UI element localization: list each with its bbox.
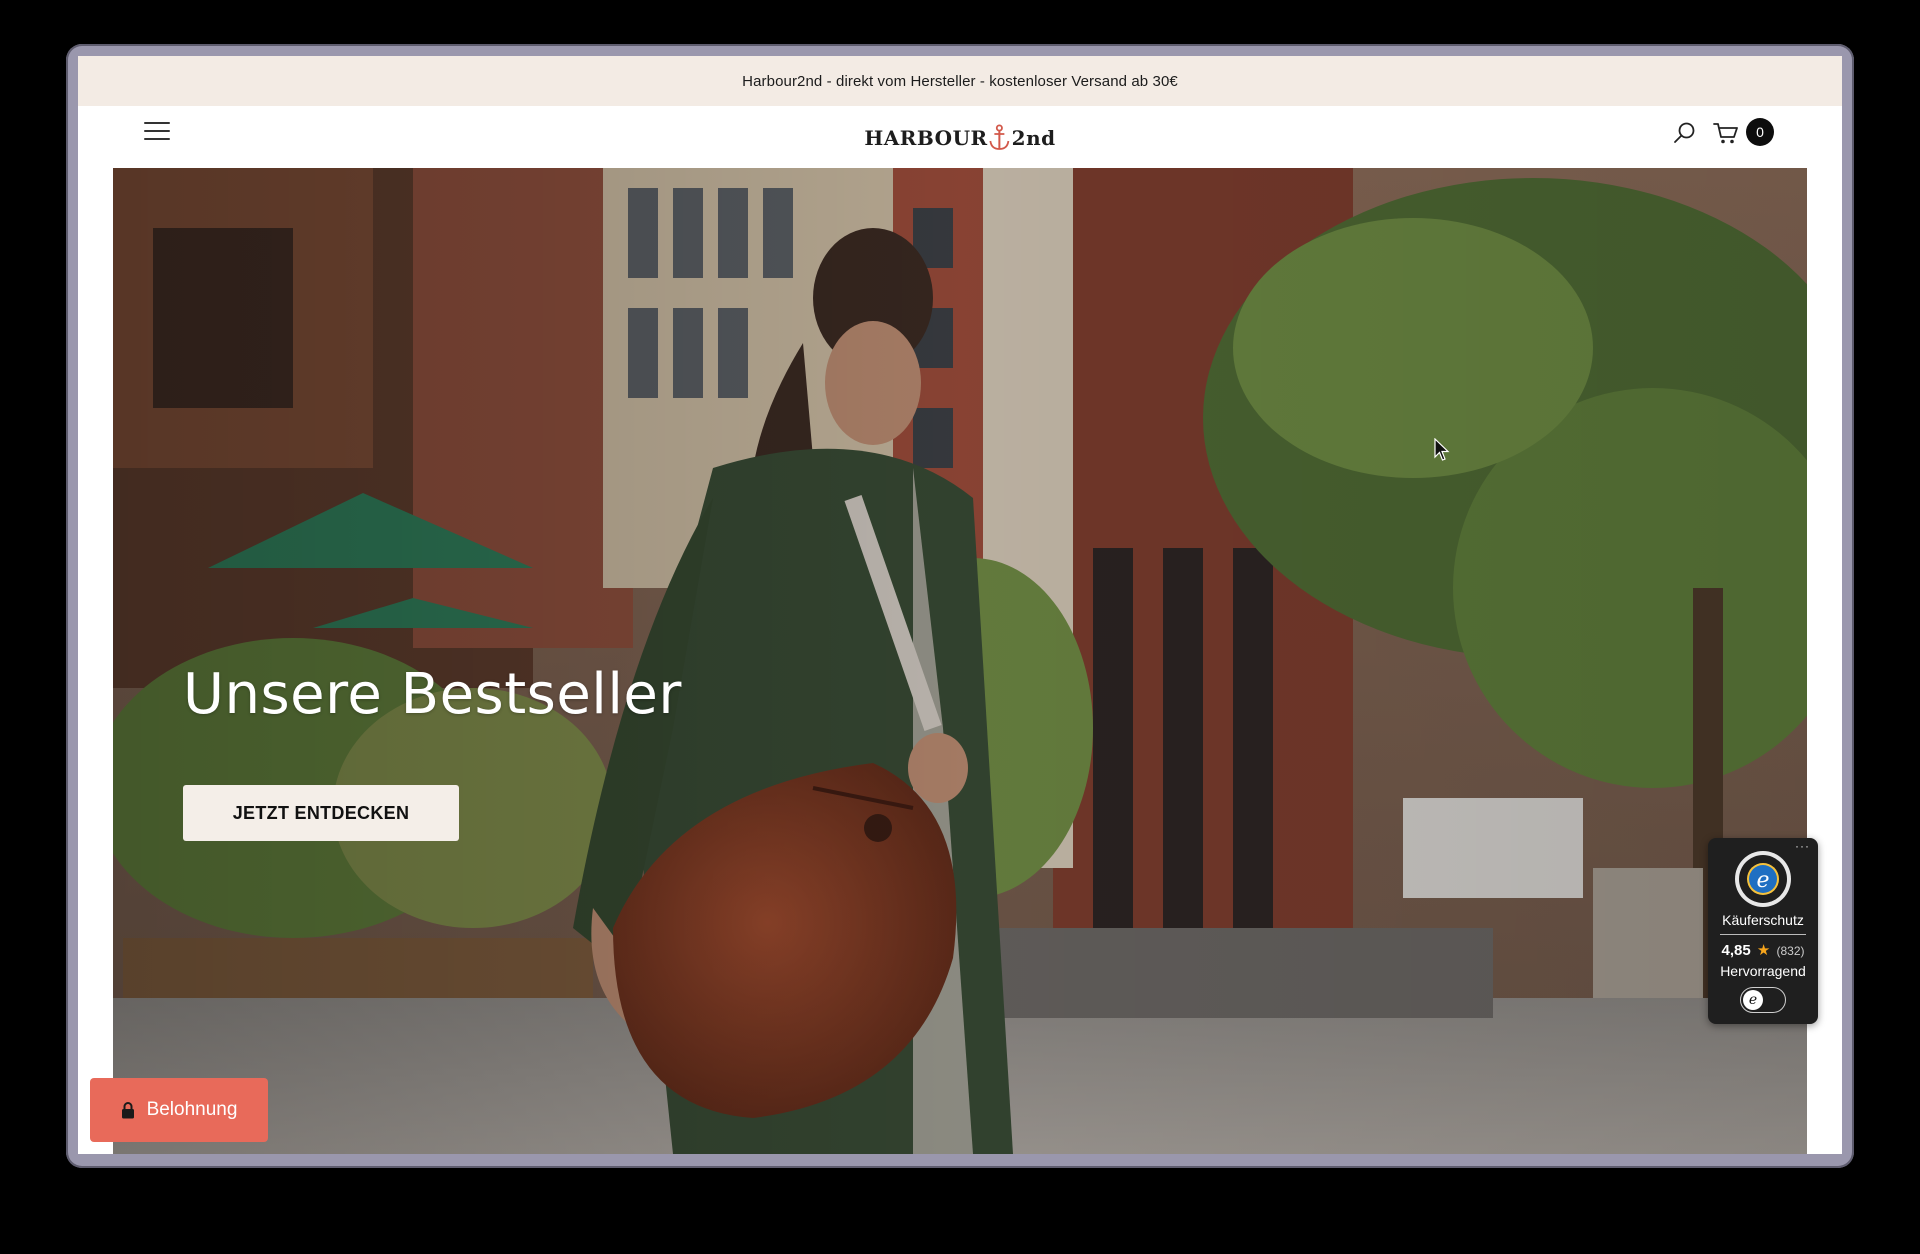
badge-label: Käuferschutz [1722,912,1804,928]
badge-toggle[interactable]: e [1740,987,1786,1013]
hamburger-menu-icon[interactable] [144,120,170,142]
reward-label: Belohnung [146,1099,238,1120]
rating-score: 4,85 [1721,942,1751,959]
hero-banner[interactable]: Unsere Bestseller JETZT ENTDECKEN [113,168,1807,1154]
cart-count-badge[interactable]: 0 [1746,118,1774,146]
cart-icon[interactable] [1712,120,1740,146]
logo-text-left: HARBOUR [864,126,988,150]
lock-icon [121,1101,134,1118]
announcement-text: Harbour2nd - direkt vom Hersteller - kos… [742,72,1178,90]
site-logo[interactable]: HARBOUR 2nd [864,124,1055,152]
reward-button[interactable]: Belohnung [90,1078,268,1142]
hero-image [113,168,1807,1154]
logo-text-right: 2nd [1011,126,1056,150]
badge-divider [1720,934,1806,935]
badge-rating: 4,85 ★ (832) [1708,941,1818,959]
page-viewport: Harbour2nd - direkt vom Hersteller - kos… [78,56,1842,1154]
anchor-icon [989,124,1010,150]
badge-grade: Hervorragend [1720,963,1806,979]
hero-title: Unsere Bestseller [183,662,682,727]
trusted-shops-badge[interactable]: ··· e Käuferschutz 4,85 ★ (832) Hervorra… [1708,838,1818,1024]
svg-text:e: e [1756,868,1769,893]
star-icon: ★ [1756,942,1771,959]
site-header: HARBOUR 2nd 0 [78,106,1842,168]
more-dots-icon[interactable]: ··· [1795,839,1810,853]
toggle-knob: e [1743,990,1763,1010]
trusted-shops-seal-icon: e [1735,851,1791,907]
hero-cta-button[interactable]: JETZT ENTDECKEN [183,785,459,841]
review-count: (832) [1776,944,1805,958]
announcement-bar: Harbour2nd - direkt vom Hersteller - kos… [78,56,1842,106]
search-icon[interactable] [1672,120,1698,146]
mouse-cursor-icon [1434,438,1450,461]
